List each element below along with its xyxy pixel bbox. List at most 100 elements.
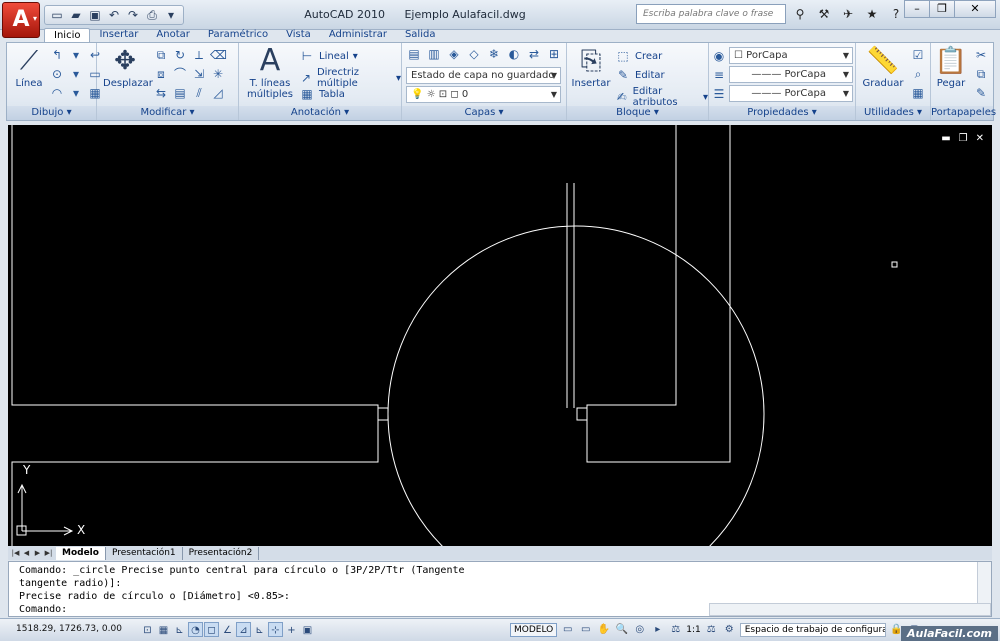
subscription-icon[interactable]: ⚒ bbox=[814, 5, 834, 23]
layer-iso-icon[interactable]: ◈ bbox=[446, 46, 462, 62]
annotation-scale-icon[interactable]: ⚖ bbox=[668, 622, 683, 637]
favorites-icon[interactable]: ★ bbox=[862, 5, 882, 23]
command-scrollbar[interactable] bbox=[977, 562, 991, 603]
quick-view-layouts-icon[interactable]: ▭ bbox=[560, 622, 575, 637]
insert-block-button[interactable]: ⎘ Insertar bbox=[571, 47, 611, 89]
quick-select-icon[interactable]: ☑ bbox=[910, 47, 926, 63]
edit-block-button[interactable]: ✎ Editar bbox=[615, 67, 665, 83]
annotation-visibility-icon[interactable]: ⚖ bbox=[704, 622, 719, 637]
binoculars-icon[interactable]: ⚲ bbox=[790, 5, 810, 23]
layer-off-icon[interactable]: ◐ bbox=[506, 46, 522, 62]
cut-icon[interactable]: ✂ bbox=[973, 47, 989, 63]
color-select[interactable]: ☐ PorCapa ▼ bbox=[729, 47, 853, 64]
edit-attributes-button[interactable]: ✍ Editar atributos ▾ bbox=[615, 86, 708, 108]
help-icon[interactable]: ? bbox=[886, 5, 906, 23]
minimize-button[interactable]: – bbox=[904, 0, 930, 18]
panel-title-propiedades[interactable]: Propiedades ▾ bbox=[709, 106, 855, 120]
otrack-icon[interactable]: ⊿ bbox=[236, 622, 251, 637]
chamfer-icon[interactable]: ◿ bbox=[210, 85, 226, 101]
erase-icon[interactable]: ⌫ bbox=[210, 47, 227, 63]
explode-icon[interactable]: ✳ bbox=[210, 66, 226, 82]
auto-scale-icon[interactable]: ⚙ bbox=[722, 622, 737, 637]
dyn-icon[interactable]: ⊹ bbox=[268, 622, 283, 637]
lineweight-select[interactable]: ——— PorCapa ▼ bbox=[729, 85, 853, 102]
layer-select[interactable]: 💡 ☼ ⊡ ◻ 0 ▼ bbox=[406, 86, 561, 103]
layer-match-icon[interactable]: ⇄ bbox=[526, 46, 542, 62]
tab-presentacion2[interactable]: Presentación2 bbox=[183, 546, 260, 560]
match-properties-icon[interactable]: ✎ bbox=[973, 85, 989, 101]
layer-state-select[interactable]: Estado de capa no guardado ▼ bbox=[406, 67, 561, 84]
create-block-button[interactable]: ⬚ Crear bbox=[615, 48, 662, 64]
measure-button[interactable]: 📏 Graduar bbox=[860, 47, 906, 89]
panel-title-capas[interactable]: Capas ▾ bbox=[402, 106, 566, 120]
fillet-icon[interactable]: ⌒ bbox=[172, 66, 188, 82]
mirror-icon[interactable]: ⧈ bbox=[153, 66, 169, 82]
restore-button[interactable]: ❐ bbox=[929, 0, 955, 18]
quick-view-drawings-icon[interactable]: ▭ bbox=[578, 622, 593, 637]
prev-layout-icon[interactable]: ◀ bbox=[22, 548, 31, 558]
rotate-icon[interactable]: ↻ bbox=[172, 47, 188, 63]
application-menu-button[interactable]: A ▾ bbox=[2, 2, 40, 38]
layer-state-icon[interactable]: ▥ bbox=[426, 46, 442, 62]
panel-title-portapapeles[interactable]: Portapapeles bbox=[931, 106, 996, 120]
arc-icon[interactable]: ◠ bbox=[49, 85, 65, 101]
tab-vista[interactable]: Vista bbox=[277, 28, 320, 42]
dropdown-icon[interactable]: ▾ bbox=[68, 47, 84, 63]
viewport-minimize-icon[interactable]: ▬ bbox=[941, 133, 950, 144]
drawing-area[interactable]: ▬ ❐ ✕ Y X bbox=[8, 125, 992, 546]
array-icon[interactable]: ▤ bbox=[172, 85, 188, 101]
workspace-select[interactable]: Espacio de trabajo de configura bbox=[739, 622, 886, 637]
layer-properties-icon[interactable]: ▤ bbox=[406, 46, 422, 62]
panel-title-bloque[interactable]: Bloque ▾ bbox=[567, 106, 708, 120]
command-input[interactable]: Comando: bbox=[19, 604, 67, 616]
polyline-icon[interactable]: ↰ bbox=[49, 47, 65, 63]
snap-icon[interactable]: ⊡ bbox=[140, 622, 155, 637]
trim-icon[interactable]: ⟂ bbox=[191, 47, 207, 63]
move-button[interactable]: ✥ Desplazar bbox=[103, 47, 153, 89]
first-layout-icon[interactable]: |◀ bbox=[11, 548, 20, 558]
stretch-icon[interactable]: ⇆ bbox=[153, 85, 169, 101]
panel-title-modificar[interactable]: Modificar ▾ bbox=[97, 106, 238, 120]
copy-icon[interactable]: ⧉ bbox=[153, 47, 169, 63]
line-button[interactable]: ⟋ Línea bbox=[11, 47, 47, 89]
pan-icon[interactable]: ✋ bbox=[596, 622, 611, 637]
multiline-text-button[interactable]: A T. líneas múltiples bbox=[245, 46, 295, 101]
ducs-icon[interactable]: ⊾ bbox=[252, 622, 267, 637]
steeringwheel-icon[interactable]: ◎ bbox=[632, 622, 647, 637]
model-space-button[interactable]: MODELO bbox=[510, 622, 558, 637]
panel-title-anotacion[interactable]: Anotación ▾ bbox=[239, 106, 401, 120]
annotation-scale-value[interactable]: 1:1 bbox=[686, 625, 700, 635]
3dosnap-icon[interactable]: ∠ bbox=[220, 622, 235, 637]
tab-administrar[interactable]: Administrar bbox=[320, 28, 396, 42]
osnap-icon[interactable]: ◻ bbox=[204, 622, 219, 637]
next-layout-icon[interactable]: ▶ bbox=[33, 548, 42, 558]
panel-title-utilidades[interactable]: Utilidades ▾ bbox=[856, 106, 930, 120]
polar-icon[interactable]: ◔ bbox=[188, 622, 203, 637]
qp-icon[interactable]: ▣ bbox=[300, 622, 315, 637]
layer-uniso-icon[interactable]: ◇ bbox=[466, 46, 482, 62]
copy-icon[interactable]: ⧉ bbox=[973, 66, 989, 82]
layer-freeze-icon[interactable]: ❄ bbox=[486, 46, 502, 62]
scale-icon[interactable]: ⇲ bbox=[191, 66, 207, 82]
table-button[interactable]: ▦ Tabla bbox=[299, 86, 345, 102]
grid-icon[interactable]: ▦ bbox=[156, 622, 171, 637]
search-input[interactable]: Escriba palabra clave o frase bbox=[636, 4, 786, 24]
tab-modelo[interactable]: Modelo bbox=[56, 546, 106, 560]
find-icon[interactable]: ⌕ bbox=[910, 66, 926, 82]
last-layout-icon[interactable]: ▶| bbox=[44, 548, 53, 558]
zoom-icon[interactable]: 🔍 bbox=[614, 622, 629, 637]
tab-insertar[interactable]: Insertar bbox=[90, 28, 147, 42]
tab-presentacion1[interactable]: Presentación1 bbox=[106, 546, 183, 560]
tab-salida[interactable]: Salida bbox=[396, 28, 445, 42]
panel-title-dibujo[interactable]: Dibujo ▾ bbox=[7, 106, 96, 120]
calculator-icon[interactable]: ▦ bbox=[910, 85, 926, 101]
paste-button[interactable]: 📋 Pegar bbox=[933, 47, 969, 89]
communication-icon[interactable]: ✈ bbox=[838, 5, 858, 23]
dropdown-icon[interactable]: ▾ bbox=[68, 66, 84, 82]
linetype-select[interactable]: ——— PorCapa ▼ bbox=[729, 66, 853, 83]
viewport-close-icon[interactable]: ✕ bbox=[976, 133, 984, 144]
dropdown-icon[interactable]: ▾ bbox=[68, 85, 84, 101]
viewport-restore-icon[interactable]: ❐ bbox=[959, 133, 968, 144]
tab-anotar[interactable]: Anotar bbox=[147, 28, 198, 42]
lweight-icon[interactable]: + bbox=[284, 622, 299, 637]
